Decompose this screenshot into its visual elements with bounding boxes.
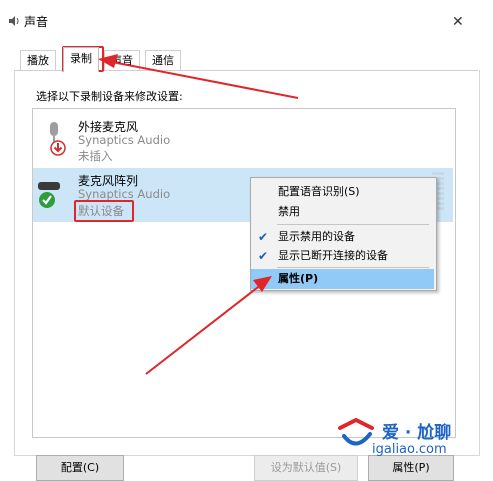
menu-separator bbox=[277, 224, 429, 225]
checkmark-icon: ✔ bbox=[258, 230, 269, 244]
menu-item-label: 属性(P) bbox=[278, 272, 319, 285]
menu-item-label: 显示已断开连接的设备 bbox=[278, 249, 388, 262]
tab-playback[interactable]: 播放 bbox=[20, 50, 56, 71]
tab-communications[interactable]: 通信 bbox=[145, 50, 181, 71]
annotation-box-default bbox=[74, 200, 134, 222]
menu-item-show-disconnected[interactable]: ✔ 显示已断开连接的设备 bbox=[251, 246, 434, 266]
context-menu: 配置语音识别(S) 禁用 ✔ 显示禁用的设备 ✔ 显示已断开连接的设备 属性(P… bbox=[250, 177, 437, 291]
title-bar: 声音 ✕ bbox=[0, 0, 493, 40]
watermark-logo-icon bbox=[338, 418, 374, 446]
close-icon[interactable]: ✕ bbox=[452, 14, 464, 30]
window-title: 声音 bbox=[24, 15, 49, 29]
watermark-url: igaliao.com bbox=[372, 442, 447, 457]
tab-sounds[interactable]: 声音 bbox=[104, 50, 140, 71]
instruction-text: 选择以下录制设备来修改设置: bbox=[36, 90, 183, 103]
menu-item-label: 显示禁用的设备 bbox=[278, 230, 355, 243]
speaker-icon bbox=[9, 16, 19, 26]
menu-item-label: 禁用 bbox=[278, 205, 300, 218]
checkmark-icon: ✔ bbox=[258, 249, 269, 263]
tab-recording[interactable]: 录制 bbox=[63, 47, 99, 72]
menu-item-properties[interactable]: 属性(P) bbox=[251, 269, 434, 289]
menu-item-label: 配置语音识别(S) bbox=[278, 185, 360, 198]
microphone-icon bbox=[50, 122, 66, 156]
menu-item-disable[interactable]: 禁用 bbox=[251, 202, 434, 222]
device-driver: Synaptics Audio bbox=[78, 133, 171, 147]
device-status: 未插入 bbox=[78, 149, 113, 163]
menu-item-show-disabled[interactable]: ✔ 显示禁用的设备 bbox=[251, 227, 434, 247]
set-default-button[interactable]: 设为默认值(S) bbox=[254, 455, 358, 481]
microphone-array-icon bbox=[38, 182, 60, 208]
properties-button[interactable]: 属性(P) bbox=[368, 455, 454, 481]
menu-separator bbox=[277, 267, 429, 268]
device-driver: Synaptics Audio bbox=[78, 187, 171, 201]
configure-button[interactable]: 配置(C) bbox=[36, 455, 124, 481]
watermark-brand: 爱 · 尬聊 bbox=[382, 423, 452, 443]
menu-item-configure-speech[interactable]: 配置语音识别(S) bbox=[251, 182, 434, 202]
